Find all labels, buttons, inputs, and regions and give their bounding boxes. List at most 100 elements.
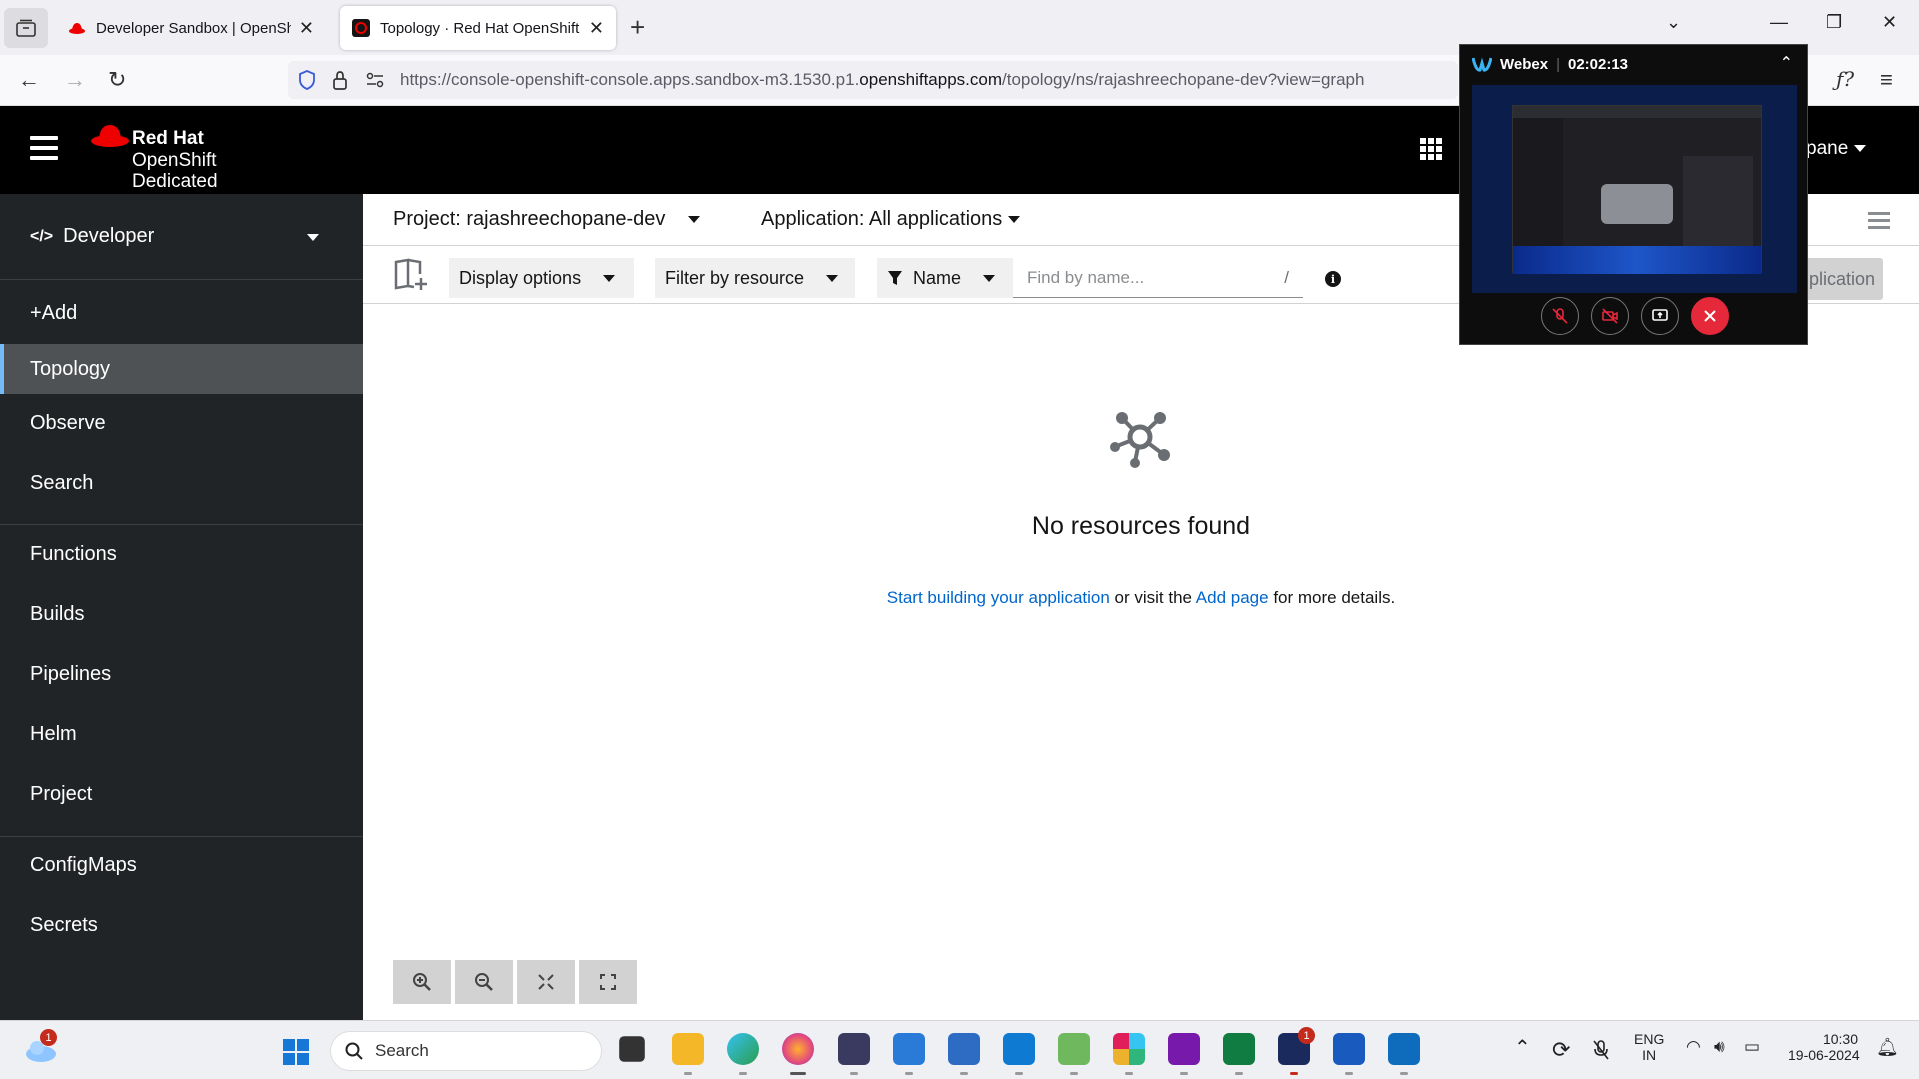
running-indicator: [905, 1072, 913, 1075]
project-selector[interactable]: Project: rajashreechopane-dev: [393, 208, 700, 231]
filter-icon: [888, 271, 902, 285]
permissions-icon[interactable]: [366, 72, 384, 88]
sidebar-item-helm[interactable]: Helm: [0, 709, 363, 759]
list-view-icon[interactable]: [1868, 212, 1890, 233]
quick-search-book-icon[interactable]: [393, 256, 429, 292]
browser-tab-topology[interactable]: Topology · Red Hat OpenShift D ✕: [340, 6, 616, 50]
new-tab-button[interactable]: +: [630, 12, 645, 43]
app-launcher-icon[interactable]: [1420, 138, 1442, 160]
running-indicator: [1400, 1072, 1408, 1075]
language-indicator[interactable]: ENG IN: [1634, 1031, 1664, 1063]
vscode-icon[interactable]: [1003, 1033, 1035, 1065]
find-by-name-input[interactable]: Find by name... /: [1013, 258, 1303, 298]
display-options-dropdown[interactable]: Display options: [449, 258, 634, 298]
browser-menu-icon[interactable]: ≡: [1880, 67, 1893, 93]
hamburger-menu-icon[interactable]: [30, 136, 58, 160]
powershell-icon[interactable]: [948, 1033, 980, 1065]
start-building-link[interactable]: Start building your application: [887, 588, 1110, 607]
volume-icon[interactable]: 🔊︎: [1714, 1037, 1725, 1057]
redhat-favicon-icon: [69, 23, 85, 34]
webex-logo-icon: [1472, 57, 1492, 72]
slack-icon[interactable]: [1113, 1033, 1145, 1065]
share-screen-icon: [1651, 309, 1668, 321]
back-icon[interactable]: ←: [18, 67, 40, 93]
share-button[interactable]: [1640, 297, 1679, 335]
webex-mini-window[interactable]: Webex | 02:02:13 ⌃: [1459, 44, 1808, 345]
reload-icon[interactable]: ↻: [108, 67, 126, 93]
webex-screen-share-preview: [1472, 85, 1797, 293]
outlook-icon[interactable]: [1388, 1033, 1420, 1065]
zoom-in-icon: [413, 973, 431, 991]
chevron-down-icon: [603, 274, 616, 282]
application-selector[interactable]: Application: All applications: [761, 208, 1020, 231]
sidebar-item-add[interactable]: +Add: [0, 288, 363, 338]
info-icon[interactable]: i: [1325, 271, 1341, 287]
sidebar-item-configmaps[interactable]: ConfigMaps: [0, 840, 363, 890]
sidebar-item-secrets[interactable]: Secrets: [0, 900, 363, 950]
notepad-icon[interactable]: [893, 1033, 925, 1065]
zoom-controls: [393, 960, 637, 1004]
nav-divider: [0, 836, 363, 837]
firefox-icon[interactable]: [782, 1033, 814, 1065]
zoom-in-button[interactable]: [393, 960, 451, 1004]
formula-icon[interactable]: ƒ?: [1836, 67, 1854, 91]
brand-line-3: Dedicated: [132, 171, 218, 192]
taskbar-search[interactable]: Search: [330, 1031, 602, 1071]
sidebar-item-pipelines[interactable]: Pipelines: [0, 649, 363, 699]
add-page-link[interactable]: Add page: [1196, 588, 1269, 607]
sidebar-item-topology[interactable]: Topology: [0, 344, 363, 394]
webex-header: Webex | 02:02:13: [1472, 55, 1628, 73]
running-indicator: [1290, 1072, 1298, 1075]
word-icon[interactable]: [1333, 1033, 1365, 1065]
notification-bell-icon[interactable]: 🔔︎: [1876, 1037, 1899, 1058]
app-icon[interactable]: [838, 1033, 870, 1065]
mic-muted-icon[interactable]: [1592, 1039, 1610, 1061]
perspective-switcher[interactable]: </> Developer: [0, 194, 363, 280]
tracking-shield-icon[interactable]: [298, 70, 316, 90]
onenote-icon[interactable]: [1168, 1033, 1200, 1065]
brand-line-2: OpenShift: [132, 150, 217, 171]
chevron-up-icon[interactable]: ⌃: [1514, 1035, 1531, 1060]
video-button[interactable]: [1590, 297, 1629, 335]
tab-list-button[interactable]: [4, 8, 48, 48]
photos-icon[interactable]: [1058, 1033, 1090, 1065]
sidebar-item-functions[interactable]: Functions: [0, 529, 363, 579]
sidebar-item-builds[interactable]: Builds: [0, 589, 363, 639]
tab-overflow-icon[interactable]: ⌄: [1666, 12, 1681, 33]
forward-icon[interactable]: →: [64, 67, 86, 93]
clock[interactable]: 10:30 19-06-2024: [1788, 1031, 1860, 1063]
windows-start-icon[interactable]: [282, 1038, 310, 1066]
task-view-icon[interactable]: [619, 1036, 645, 1062]
battery-icon[interactable]: ▭: [1744, 1037, 1760, 1057]
end-call-button[interactable]: [1690, 297, 1729, 335]
browser-tab-developer-sandbox[interactable]: Developer Sandbox | OpenShift ✕: [56, 6, 326, 50]
filter-type-dropdown[interactable]: Name: [877, 258, 1013, 298]
restore-icon[interactable]: ❐: [1826, 12, 1842, 33]
url-bar[interactable]: https://console-openshift-console.apps.s…: [288, 61, 1458, 99]
sidebar-item-project[interactable]: Project: [0, 769, 363, 819]
close-window-icon[interactable]: ✕: [1882, 12, 1897, 33]
edge-icon[interactable]: [727, 1033, 759, 1065]
sidebar-item-search[interactable]: Search: [0, 458, 363, 508]
sidebar-item-observe[interactable]: Observe: [0, 398, 363, 448]
perspective-label: Developer: [63, 225, 155, 247]
developer-code-icon: </>: [30, 227, 54, 245]
reset-view-button[interactable]: [579, 960, 637, 1004]
zoom-out-button[interactable]: [455, 960, 513, 1004]
wifi-icon[interactable]: ◠: [1686, 1037, 1701, 1057]
tab-close-icon[interactable]: ✕: [299, 18, 314, 39]
empty-state-body: Start building your application or visit…: [886, 588, 1396, 607]
fit-to-screen-button[interactable]: [517, 960, 575, 1004]
mute-button[interactable]: [1540, 297, 1579, 335]
minimize-icon[interactable]: —: [1770, 12, 1788, 33]
running-indicator: [960, 1072, 968, 1075]
file-explorer-icon[interactable]: [672, 1033, 704, 1065]
filter-by-resource-dropdown[interactable]: Filter by resource: [655, 258, 855, 298]
windows-taskbar: 1 Search 1 ⌃ ⟳ ENG IN ◠ 🔊︎ ▭ 10:30 19-06-2…: [0, 1020, 1919, 1079]
tab-close-icon[interactable]: ✕: [589, 18, 604, 39]
user-menu[interactable]: pane: [1806, 138, 1866, 160]
excel-icon[interactable]: [1223, 1033, 1255, 1065]
sync-icon[interactable]: ⟳: [1552, 1037, 1570, 1063]
lock-icon[interactable]: [332, 70, 348, 90]
chevron-up-icon[interactable]: ⌃: [1780, 53, 1793, 73]
